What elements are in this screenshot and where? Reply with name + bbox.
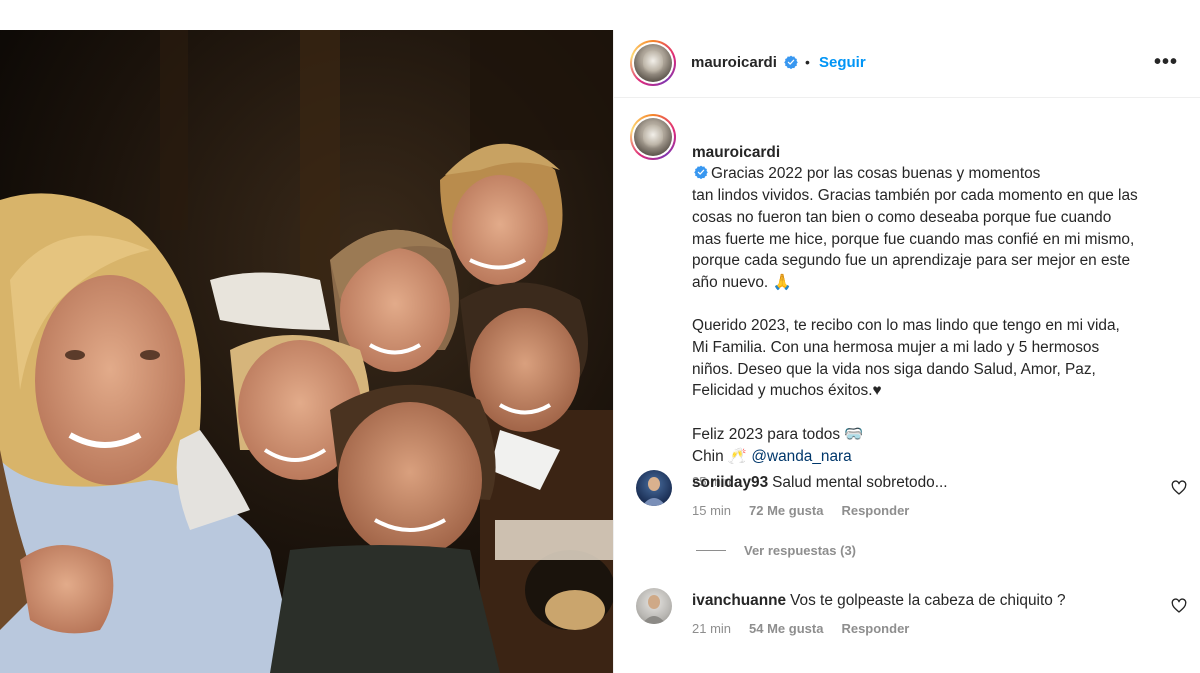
comment-time[interactable]: 15 min bbox=[692, 503, 731, 518]
reply-button[interactable]: Responder bbox=[841, 503, 909, 518]
caption-line-3: Feliz 2023 para todos 🥽 bbox=[692, 425, 864, 443]
comment-text-line: soriiday93 Salud mental sobretodo... bbox=[692, 474, 948, 492]
post-caption: mauroicardi Gracias 2022 por las cosas b… bbox=[692, 120, 1182, 493]
family-photo-image bbox=[0, 30, 613, 673]
caption-avatar[interactable] bbox=[630, 114, 676, 160]
comment-body: Vos te golpeaste la cabeza de chiquito ? bbox=[790, 592, 1066, 609]
verified-badge-icon bbox=[694, 165, 708, 180]
author-avatar[interactable] bbox=[630, 40, 676, 86]
follow-button[interactable]: Seguir bbox=[819, 54, 866, 71]
mention-link[interactable]: @wanda_nara bbox=[751, 448, 851, 465]
comment-text-line: ivanchuanne Vos te golpeaste la cabeza de… bbox=[692, 592, 1066, 610]
view-replies-button[interactable]: Ver respuestas (3) bbox=[696, 543, 856, 558]
view-replies-label: Ver respuestas (3) bbox=[744, 543, 857, 558]
comment-body: Salud mental sobretodo... bbox=[772, 474, 948, 491]
comment-time[interactable]: 21 min bbox=[692, 621, 731, 636]
author-username[interactable]: mauroicardi bbox=[691, 54, 777, 71]
comment-likes[interactable]: 54 Me gusta bbox=[749, 621, 823, 636]
more-horizontal-icon[interactable]: ••• bbox=[1154, 52, 1178, 72]
caption-paragraph-2: Querido 2023, te recibo con lo mas lindo… bbox=[692, 317, 1120, 400]
comment-username[interactable]: soriiday93 bbox=[692, 474, 768, 491]
comment-meta: 21 min 54 Me gusta Responder bbox=[692, 621, 909, 636]
reply-button[interactable]: Responder bbox=[841, 621, 909, 636]
header-separator: • bbox=[805, 54, 810, 70]
post-header: mauroicardi • Seguir ••• bbox=[614, 30, 1200, 98]
commenter-avatar[interactable] bbox=[636, 588, 672, 624]
post-photo[interactable] bbox=[0, 30, 613, 673]
verified-badge-icon bbox=[784, 55, 798, 69]
caption-paragraph-1: Gracias 2022 por las cosas buenas y mome… bbox=[692, 165, 1138, 291]
comment-likes[interactable]: 72 Me gusta bbox=[749, 503, 823, 518]
commenter-avatar[interactable] bbox=[636, 470, 672, 506]
caption-username[interactable]: mauroicardi bbox=[692, 144, 780, 161]
caption-line-4: Chin 🥂 @wanda_nara bbox=[692, 446, 1182, 468]
caption-line-4-prefix: Chin 🥂 bbox=[692, 447, 752, 465]
heart-outline-icon[interactable] bbox=[1171, 598, 1187, 614]
comment-meta: 15 min 72 Me gusta Responder bbox=[692, 503, 909, 518]
replies-divider-line bbox=[696, 550, 726, 551]
post-details-panel: mauroicardi • Seguir ••• mauroicardi Gra… bbox=[613, 30, 1200, 673]
comment-username[interactable]: ivanchuanne bbox=[692, 592, 786, 609]
heart-outline-icon[interactable] bbox=[1171, 480, 1187, 496]
